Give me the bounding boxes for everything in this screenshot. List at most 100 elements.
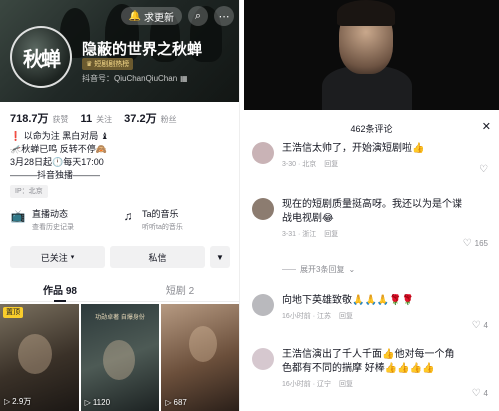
like-count: 165 bbox=[474, 239, 488, 248]
following-label[interactable]: 关注 bbox=[96, 114, 112, 125]
reply-button[interactable]: 回复 bbox=[324, 229, 338, 239]
comment-time: 16小时前 · 江苏 bbox=[282, 313, 332, 320]
triangle-down-icon: ▼ bbox=[216, 252, 224, 262]
like-button[interactable]: ♡ 4 bbox=[472, 320, 488, 331]
comment-body: 王浩信太帅了，开始演短剧啦👍 3-30 · 北京 回复 bbox=[282, 142, 462, 169]
douyin-id[interactable]: 抖音号：QiuChanQiuChan ▦ bbox=[82, 73, 188, 84]
heart-icon: ♡ bbox=[471, 320, 481, 331]
music-note-icon: ♫ bbox=[123, 209, 133, 223]
play-icon: ▷ bbox=[165, 398, 172, 407]
reply-button[interactable]: 回复 bbox=[339, 311, 353, 321]
profile-tabs: 作品 98 短剧 2 bbox=[0, 282, 239, 302]
followed-label: 已关注 bbox=[40, 252, 68, 263]
heart-icon: ♡ bbox=[479, 164, 488, 175]
heart-icon: ♡ bbox=[471, 388, 481, 399]
commenter-avatar[interactable] bbox=[252, 198, 274, 220]
live-history-entry[interactable]: 📺 直播动态 查看历史记录 bbox=[10, 207, 120, 232]
thumbnail-figure bbox=[189, 326, 218, 362]
message-button[interactable]: 私信 bbox=[110, 246, 205, 268]
commenter-avatar[interactable] bbox=[252, 348, 274, 370]
expand-replies[interactable]: 展开3条回复 ⌄ bbox=[282, 264, 355, 275]
comment-text: 向地下英雄致敬🙏🙏🙏🌹🌹 bbox=[282, 295, 415, 306]
avatar[interactable]: 秋蝉 bbox=[10, 26, 72, 88]
divider bbox=[282, 269, 296, 270]
recommend-toggle-button[interactable]: ▼ bbox=[210, 246, 230, 268]
comment-time-value: 3-30 bbox=[282, 161, 297, 168]
comments-panel: 462条评论 ✕ 王浩信太帅了，开始演短剧啦👍 3-30 · 北京 回复 ♡ 现… bbox=[244, 0, 499, 411]
music-entry[interactable]: ♫ Ta的音乐 听听ta的音乐 bbox=[120, 207, 230, 232]
commenter-avatar[interactable] bbox=[252, 294, 274, 316]
top-bar: 🔔 求更新 ⌕ ⋯ bbox=[6, 6, 234, 26]
play-count: ▷ 687 bbox=[165, 398, 187, 407]
comment-text: 王浩信演出了千人千面👍他对每一个角色都有不同的揣摩 好棒👍👍👍👍 bbox=[282, 349, 455, 374]
comment-location: 北京 bbox=[302, 161, 317, 168]
chevron-down-icon: ▾ bbox=[70, 254, 75, 261]
bell-icon: 🔔 bbox=[128, 10, 141, 22]
comment-text: 现在的短剧质量挺高呀。我还以为是个谍战电视剧😂 bbox=[282, 199, 462, 224]
followed-button[interactable]: 已关注 ▾ bbox=[10, 246, 105, 268]
hot-list-badge[interactable]: ♛ 短剧剧热榜 bbox=[82, 58, 134, 70]
comment-body: 向地下英雄致敬🙏🙏🙏🌹🌹 16小时前 · 江苏 回复 bbox=[282, 294, 462, 321]
comment-body: 王浩信演出了千人千面👍他对每一个角色都有不同的揣摩 好棒👍👍👍👍 16小时前 ·… bbox=[282, 348, 462, 389]
more-icon: ⋯ bbox=[218, 10, 230, 23]
profile-panel: 🔔 求更新 ⌕ ⋯ 秋蝉 隐蔽的世界之秋蝉 ♛ 短剧剧热榜 抖音号：QiuCha… bbox=[0, 0, 240, 411]
live-history-title: 直播动态 bbox=[32, 209, 69, 219]
comment-meta: 16小时前 · 江苏 回复 bbox=[282, 311, 462, 321]
music-sub: 听听ta的音乐 bbox=[142, 224, 183, 231]
thumbnail-figure bbox=[18, 334, 52, 374]
comment-meta: 3-31 · 浙江 回复 bbox=[282, 229, 462, 239]
video-thumbnail[interactable]: 功勋卓著 自爆身份 ▷ 1120 bbox=[80, 304, 160, 411]
tab-short-drama[interactable]: 短剧 2 bbox=[120, 282, 239, 301]
video-thumbnail[interactable]: 置顶 ▷ 2.9万 bbox=[0, 304, 79, 411]
feature-row: 📺 直播动态 查看历史记录 ♫ Ta的音乐 听听ta的音乐 bbox=[10, 207, 230, 232]
comment-sheet: 462条评论 ✕ 王浩信太帅了，开始演短剧啦👍 3-30 · 北京 回复 ♡ 现… bbox=[244, 116, 499, 411]
comment-time-value: 3-31 bbox=[282, 231, 297, 238]
followers-label[interactable]: 粉丝 bbox=[161, 114, 177, 125]
like-button[interactable]: ♡ 4 bbox=[472, 388, 488, 399]
profile-header-banner: 🔔 求更新 ⌕ ⋯ 秋蝉 隐蔽的世界之秋蝉 ♛ 短剧剧热榜 抖音号：QiuCha… bbox=[0, 0, 239, 102]
live-tv-icon: 📺 bbox=[10, 209, 26, 223]
thumbnail-caption: 功勋卓著 自爆身份 bbox=[95, 315, 145, 321]
comment-count-title: 462条评论 bbox=[350, 124, 393, 134]
tab-works[interactable]: 作品 98 bbox=[0, 282, 120, 302]
play-count-value: 2.9万 bbox=[12, 397, 32, 406]
request-update-button[interactable]: 🔔 求更新 bbox=[120, 7, 182, 25]
more-button[interactable]: ⋯ bbox=[214, 6, 234, 26]
video-thumbnail[interactable]: ▷ 687 bbox=[161, 304, 239, 411]
comment-time: 16小时前 · 辽宁 bbox=[282, 381, 332, 388]
profile-name: 隐蔽的世界之秋蝉 bbox=[82, 41, 203, 58]
comment-meta: 3-30 · 北京 回复 bbox=[282, 159, 462, 169]
comment-location: 辽宁 bbox=[317, 381, 332, 388]
video-player[interactable] bbox=[244, 0, 499, 110]
likes-count: 718.7万 bbox=[10, 113, 49, 125]
bio-line: 🦟秋蝉已鸣 反转不停🙈 bbox=[10, 144, 107, 154]
thumbnail-figure bbox=[102, 340, 135, 380]
followers-count[interactable]: 37.2万 bbox=[124, 110, 156, 126]
avatar-logo: 秋蝉 bbox=[23, 46, 61, 71]
badge-label: 短剧剧热榜 bbox=[94, 61, 130, 68]
search-icon: ⌕ bbox=[194, 9, 202, 22]
comment-text: 王浩信太帅了，开始演短剧啦👍 bbox=[282, 143, 425, 154]
comment-location: 江苏 bbox=[317, 313, 332, 320]
like-count: 4 bbox=[483, 389, 488, 398]
bio-line: 3月28日起🕛每天17:00 bbox=[10, 157, 104, 167]
comment-time: 3-30 · 北京 bbox=[282, 161, 317, 168]
comment-body: 现在的短剧质量挺高呀。我还以为是个谍战电视剧😂 3-31 · 浙江 回复 bbox=[282, 198, 462, 239]
comment-meta: 16小时前 · 辽宁 回复 bbox=[282, 379, 462, 389]
close-icon[interactable]: ✕ bbox=[482, 120, 491, 133]
like-button[interactable]: ♡ 165 bbox=[463, 238, 488, 249]
commenter-avatar[interactable] bbox=[252, 142, 274, 164]
like-button[interactable]: ♡ bbox=[479, 164, 488, 175]
expand-replies-label: 展开3条回复 bbox=[300, 265, 345, 274]
reply-button[interactable]: 回复 bbox=[339, 379, 353, 389]
request-update-label: 求更新 bbox=[144, 12, 174, 24]
reply-button[interactable]: 回复 bbox=[324, 159, 338, 169]
like-count: 4 bbox=[483, 321, 488, 330]
video-grid: 置顶 ▷ 2.9万 功勋卓著 自爆身份 ▷ 1120 ▷ 687 bbox=[0, 304, 239, 411]
following-count[interactable]: 11 bbox=[81, 113, 93, 125]
play-count: ▷ 1120 bbox=[85, 398, 110, 407]
search-button[interactable]: ⌕ bbox=[188, 6, 208, 26]
profile-bio: ❗ 以命为注 黑白对局 ♝ 🦟秋蝉已鸣 反转不停🙈 3月28日起🕛每天17:00… bbox=[10, 130, 230, 198]
profile-actions: 已关注 ▾ 私信 ▼ bbox=[10, 246, 230, 268]
play-icon: ▷ bbox=[4, 397, 11, 406]
